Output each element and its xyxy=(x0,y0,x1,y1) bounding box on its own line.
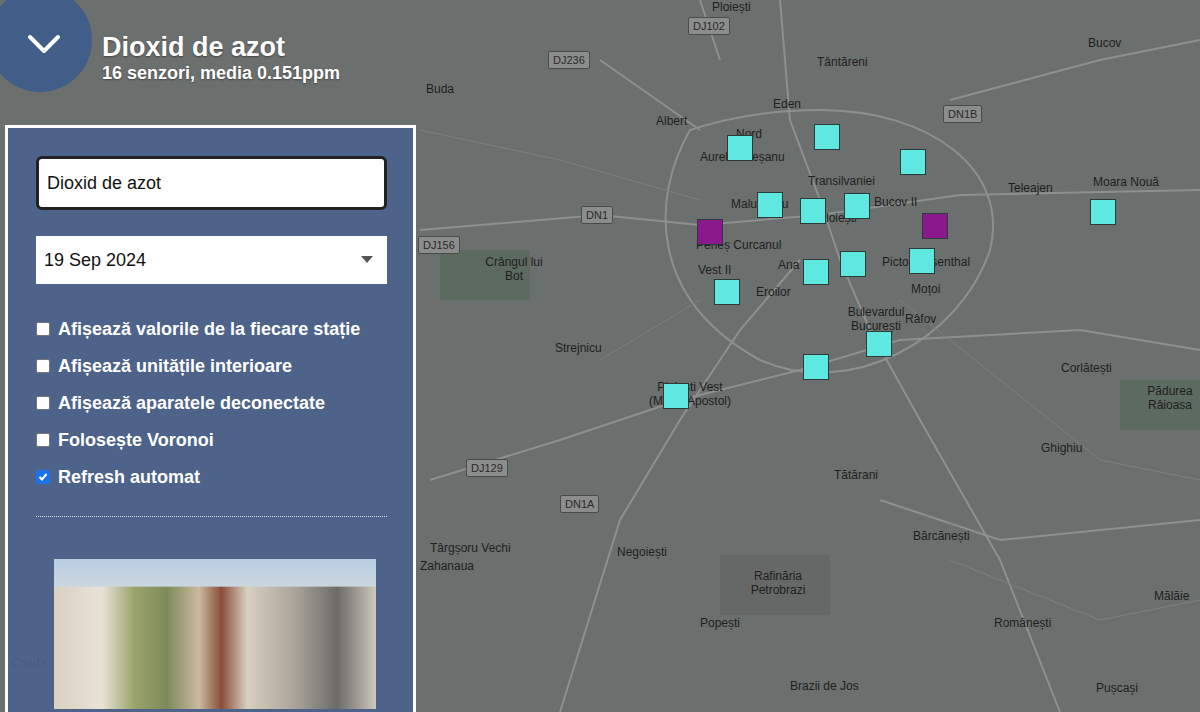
place-label: Corlătești xyxy=(1061,361,1112,375)
option-label: Afișează valorile de la fiecare stație xyxy=(58,318,360,340)
place-label: Bucov II xyxy=(874,195,917,209)
place-label: Bărcănești xyxy=(913,529,970,543)
sensor-marker[interactable] xyxy=(714,279,740,305)
option-row[interactable]: Refresh automat xyxy=(36,466,387,488)
control-panel: Dioxid de azot 19 Sep 2024 Afișează valori… xyxy=(5,125,416,712)
road-label: DJ156 xyxy=(418,236,460,254)
collapse-button[interactable] xyxy=(0,0,92,92)
sensor-marker[interactable] xyxy=(909,248,935,274)
road-label: DN1 xyxy=(581,206,613,224)
place-label: Ana xyxy=(778,258,799,272)
place-label: Tătărani xyxy=(834,468,878,482)
place-label: Mălăie xyxy=(1154,589,1189,603)
option-row[interactable]: Afișează unitățile interioare xyxy=(36,355,387,377)
place-label: Strejnicu xyxy=(555,341,602,355)
sensor-marker[interactable] xyxy=(757,192,783,218)
place-label: Negoiești xyxy=(617,545,667,559)
place-label: Zahanaua xyxy=(420,559,474,573)
sensor-marker[interactable] xyxy=(844,193,870,219)
date-select[interactable]: 19 Sep 2024 xyxy=(36,236,387,284)
road-label: DN1B xyxy=(943,105,982,123)
place-label: Brazii de Jos xyxy=(790,679,859,693)
place-label: Bucov xyxy=(1088,36,1121,50)
header-title: Dioxid de azot xyxy=(102,32,340,62)
place-label: Popești xyxy=(700,616,740,630)
check-icon xyxy=(38,472,48,482)
place-label: Tântăreni xyxy=(817,55,868,69)
pollutant-field[interactable]: Dioxid de azot xyxy=(36,156,387,210)
place-label: Transilvaniei xyxy=(808,174,875,188)
sensor-marker[interactable] xyxy=(800,198,826,224)
option-label: Refresh automat xyxy=(58,466,200,488)
place-label: Pădurea Râioasa xyxy=(1146,384,1194,412)
option-row[interactable]: Afișează aparatele deconectate xyxy=(36,392,387,414)
place-label: Buda xyxy=(426,82,454,96)
sensor-marker[interactable] xyxy=(803,259,829,285)
checkbox[interactable] xyxy=(36,359,50,373)
screen: Ploiești DJ102 Tântăreni Bucov DJ236 Buda Eden… xyxy=(0,0,1200,712)
place-label: Românești xyxy=(994,616,1051,630)
place-label: Târgșoru Vechi xyxy=(430,541,511,555)
caret-down-icon xyxy=(361,256,373,264)
place-label: Eroilor xyxy=(756,285,791,299)
checkbox[interactable] xyxy=(36,470,50,484)
road-label: DJ129 xyxy=(466,459,508,477)
place-label: Moara Nouă xyxy=(1093,175,1159,189)
place-label: Teleajen xyxy=(1008,181,1053,195)
sensor-marker[interactable] xyxy=(840,251,866,277)
sensor-marker[interactable] xyxy=(663,383,689,409)
sensor-marker[interactable] xyxy=(727,135,753,161)
option-list: Afișează valorile de la fiecare stație Af… xyxy=(36,318,387,488)
header: Dioxid de azot16 senzori, media 0.151ppm xyxy=(102,32,340,84)
option-row[interactable]: Afișează valorile de la fiecare stație xyxy=(36,318,387,340)
place-label: Bulevardul București xyxy=(836,305,916,333)
place-label: Ploiești Vest (Mitica Apostol) xyxy=(640,380,740,408)
header-subtitle: 16 senzori, media 0.151ppm xyxy=(102,62,340,84)
road-label: DJ102 xyxy=(688,17,730,35)
place-label: Râfov xyxy=(905,312,936,326)
place-label: Rafinăria Petrobrazi xyxy=(742,569,814,597)
road-label: DJ236 xyxy=(548,51,590,69)
sensor-marker[interactable] xyxy=(803,354,829,380)
divider xyxy=(36,516,387,517)
place-label: Moțoi xyxy=(911,282,940,296)
option-label: Folosește Voronoi xyxy=(58,429,214,451)
road-label: DN1A xyxy=(560,495,599,513)
checkbox[interactable] xyxy=(36,433,50,447)
option-label: Afișează unitățile interioare xyxy=(58,355,292,377)
checkbox[interactable] xyxy=(36,396,50,410)
place-label: Ghighiu xyxy=(1041,441,1082,455)
sensor-marker[interactable] xyxy=(866,331,892,357)
city-photo xyxy=(54,559,376,709)
option-row[interactable]: Folosește Voronoi xyxy=(36,429,387,451)
place-label: Eden xyxy=(773,97,801,111)
sensor-marker[interactable] xyxy=(697,219,723,245)
sensor-marker[interactable] xyxy=(814,124,840,150)
place-label: Ploiești xyxy=(712,0,751,14)
place-label: Pușcași xyxy=(1096,681,1138,695)
place-label: Crângul lui Bot xyxy=(484,255,544,283)
sensor-marker[interactable] xyxy=(900,149,926,175)
sensor-marker[interactable] xyxy=(922,213,948,239)
checkbox[interactable] xyxy=(36,322,50,336)
place-label: Vest II xyxy=(698,263,731,277)
date-value: 19 Sep 2024 xyxy=(44,250,146,271)
place-label: Albert xyxy=(656,114,687,128)
chevron-down-icon xyxy=(27,33,61,55)
option-label: Afișează aparatele deconectate xyxy=(58,392,325,414)
sensor-marker[interactable] xyxy=(1090,199,1116,225)
